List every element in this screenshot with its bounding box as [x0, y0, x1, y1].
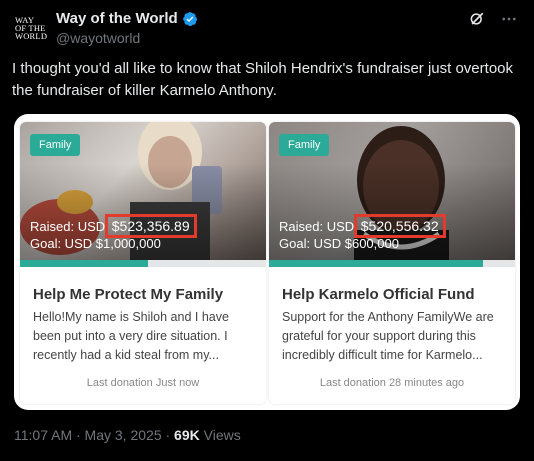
raised-label: Raised: USD — [30, 219, 106, 234]
header-actions — [468, 10, 518, 28]
fundraiser-photo: Family Raised: USD $523,356.89 Goal: USD… — [20, 122, 266, 260]
progress-bar — [269, 260, 515, 267]
fundraiser-photo: Family Raised: USD $520,556.32 Goal: USD… — [269, 122, 515, 260]
verified-badge-icon — [182, 11, 197, 26]
goal-amount: Goal: USD $1,000,000 — [30, 236, 161, 251]
avatar-line: World — [15, 31, 48, 41]
raised-amount: Raised: USD $523,356.89 — [30, 214, 197, 238]
last-donation: Last donation Just now — [86, 377, 200, 389]
fundraiser-title[interactable]: Help Karmelo Official Fund — [282, 286, 475, 303]
fundraiser-title[interactable]: Help Me Protect My Family — [33, 286, 223, 303]
display-name[interactable]: Way of the World — [56, 10, 178, 27]
tweet-image[interactable]: Family Raised: USD $523,356.89 Goal: USD… — [14, 114, 520, 410]
progress-fill — [269, 260, 484, 267]
fundraiser-description: Hello!My name is Shiloh and I have been … — [33, 310, 229, 362]
progress-bar — [20, 260, 266, 267]
avatar[interactable]: Way of the World — [12, 8, 48, 44]
raised-label: Raised: USD — [279, 219, 355, 234]
views-count: 69K — [174, 427, 200, 443]
views-label: Views — [199, 427, 241, 443]
raised-value-highlight: $520,556.32 — [353, 214, 446, 238]
name-row: Way of the World — [56, 10, 198, 27]
progress-fill — [20, 260, 148, 267]
tweet-text: I thought you'd all like to know that Sh… — [12, 60, 513, 99]
raised-value-highlight: $523,356.89 — [104, 214, 197, 238]
tweet-header: Way of the World Way of the World @wayot… — [12, 6, 524, 46]
raised-amount: Raised: USD $520,556.32 — [279, 214, 446, 238]
goal-amount: Goal: USD $600,000 — [279, 236, 399, 251]
tweet-meta: 11:07 AM · May 3, 2025 · 69K Views — [14, 427, 241, 443]
category-tag[interactable]: Family — [30, 134, 81, 156]
category-tag[interactable]: Family — [279, 134, 330, 156]
fundraiser-card[interactable]: Family Raised: USD $523,356.89 Goal: USD… — [20, 122, 266, 404]
last-donation: Last donation 28 minutes ago — [319, 377, 465, 389]
more-icon[interactable] — [500, 10, 518, 28]
fundraiser-description: Support for the Anthony FamilyWe are gra… — [282, 310, 494, 362]
grok-icon[interactable] — [468, 10, 486, 28]
timestamp[interactable]: 11:07 AM · May 3, 2025 · — [14, 427, 174, 443]
handle[interactable]: @wayotworld — [56, 30, 140, 46]
fundraiser-card[interactable]: Family Raised: USD $520,556.32 Goal: USD… — [269, 122, 515, 404]
